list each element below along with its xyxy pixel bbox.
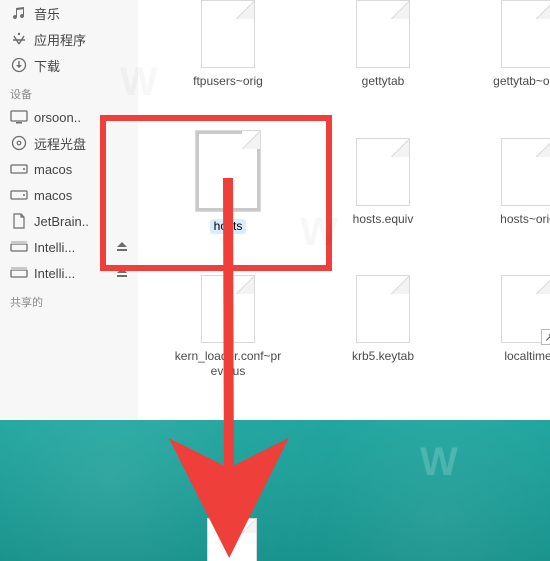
sidebar-item-applications[interactable]: 应用程序 xyxy=(0,26,138,52)
file-label: hosts~orig xyxy=(473,212,550,227)
sidebar-item-label: 远程光盘 xyxy=(34,134,128,153)
alias-arrow-icon: ↗ xyxy=(541,329,550,345)
ext-drive-icon xyxy=(10,238,28,256)
eject-icon[interactable] xyxy=(116,241,128,253)
file-label: localtime xyxy=(473,349,550,364)
file-label: hosts xyxy=(210,219,247,234)
file-label: krb5.keytab xyxy=(328,349,438,364)
sidebar-item-downloads[interactable]: 下载 xyxy=(0,52,138,78)
file-label: gettytab~orig xyxy=(473,74,550,89)
sidebar-section-shared: 共享的 xyxy=(0,286,138,312)
file-icon: ↗ xyxy=(501,275,550,343)
sidebar-item-remote-disc[interactable]: 远程光盘 xyxy=(0,130,138,156)
sidebar-section-devices: 设备 xyxy=(0,78,138,104)
sidebar-item-label: 音乐 xyxy=(34,4,128,23)
downloads-icon xyxy=(10,56,28,74)
document-icon xyxy=(10,212,28,230)
desktop-dragged-file[interactable] xyxy=(207,518,257,561)
file-krb5-keytab[interactable]: krb5.keytab xyxy=(328,275,438,364)
applications-icon xyxy=(10,30,28,48)
display-icon xyxy=(10,108,28,126)
sidebar-item-label: Intelli... xyxy=(34,240,110,255)
file-icon xyxy=(356,275,410,343)
sidebar-item-jetbrain[interactable]: JetBrain.. xyxy=(0,208,138,234)
sidebar-item-label: JetBrain.. xyxy=(34,214,128,229)
file-label: hosts.equiv xyxy=(328,212,438,227)
file-hosts-equiv[interactable]: hosts.equiv xyxy=(328,138,438,227)
file-area[interactable]: ftpusers~orig gettytab gettytab~orig hos… xyxy=(138,0,550,420)
file-icon xyxy=(501,138,550,206)
sidebar-item-label: Intelli... xyxy=(34,266,110,281)
file-hosts[interactable]: hosts xyxy=(173,130,283,234)
ext-drive-icon xyxy=(10,264,28,282)
sidebar-item-orsoon[interactable]: orsoon.. xyxy=(0,104,138,130)
sidebar: 音乐 应用程序 下载 设备 orsoon.. 远程光盘 macos macos … xyxy=(0,0,139,420)
desktop[interactable] xyxy=(0,420,550,561)
file-gettytab-orig[interactable]: gettytab~orig xyxy=(473,0,550,89)
file-icon xyxy=(195,130,261,212)
file-kern-loader[interactable]: kern_loader.conf~previous xyxy=(173,275,283,379)
sidebar-item-label: macos xyxy=(34,162,128,177)
eject-icon[interactable] xyxy=(116,267,128,279)
sidebar-item-label: 应用程序 xyxy=(34,30,128,49)
file-icon xyxy=(501,0,550,68)
sidebar-item-macos-2[interactable]: macos xyxy=(0,182,138,208)
sidebar-item-macos-1[interactable]: macos xyxy=(0,156,138,182)
file-icon xyxy=(356,0,410,68)
sidebar-item-label: 下载 xyxy=(34,56,128,75)
sidebar-item-intelli-2[interactable]: Intelli... xyxy=(0,260,138,286)
file-localtime[interactable]: ↗ localtime xyxy=(473,275,550,364)
sidebar-item-label: macos xyxy=(34,188,128,203)
sidebar-item-label: orsoon.. xyxy=(34,110,128,125)
music-icon xyxy=(10,4,28,22)
sidebar-item-music[interactable]: 音乐 xyxy=(0,0,138,26)
file-label: kern_loader.conf~previous xyxy=(173,349,283,379)
file-ftpusers-orig[interactable]: ftpusers~orig xyxy=(173,0,283,89)
file-label: ftpusers~orig xyxy=(173,74,283,89)
file-icon xyxy=(356,138,410,206)
file-gettytab[interactable]: gettytab xyxy=(328,0,438,89)
sidebar-item-intelli-1[interactable]: Intelli... xyxy=(0,234,138,260)
file-label: gettytab xyxy=(328,74,438,89)
disc-icon xyxy=(10,134,28,152)
file-icon xyxy=(201,0,255,68)
file-hosts-orig[interactable]: hosts~orig xyxy=(473,138,550,227)
drive-icon xyxy=(10,160,28,178)
drive-icon xyxy=(10,186,28,204)
file-icon xyxy=(201,275,255,343)
